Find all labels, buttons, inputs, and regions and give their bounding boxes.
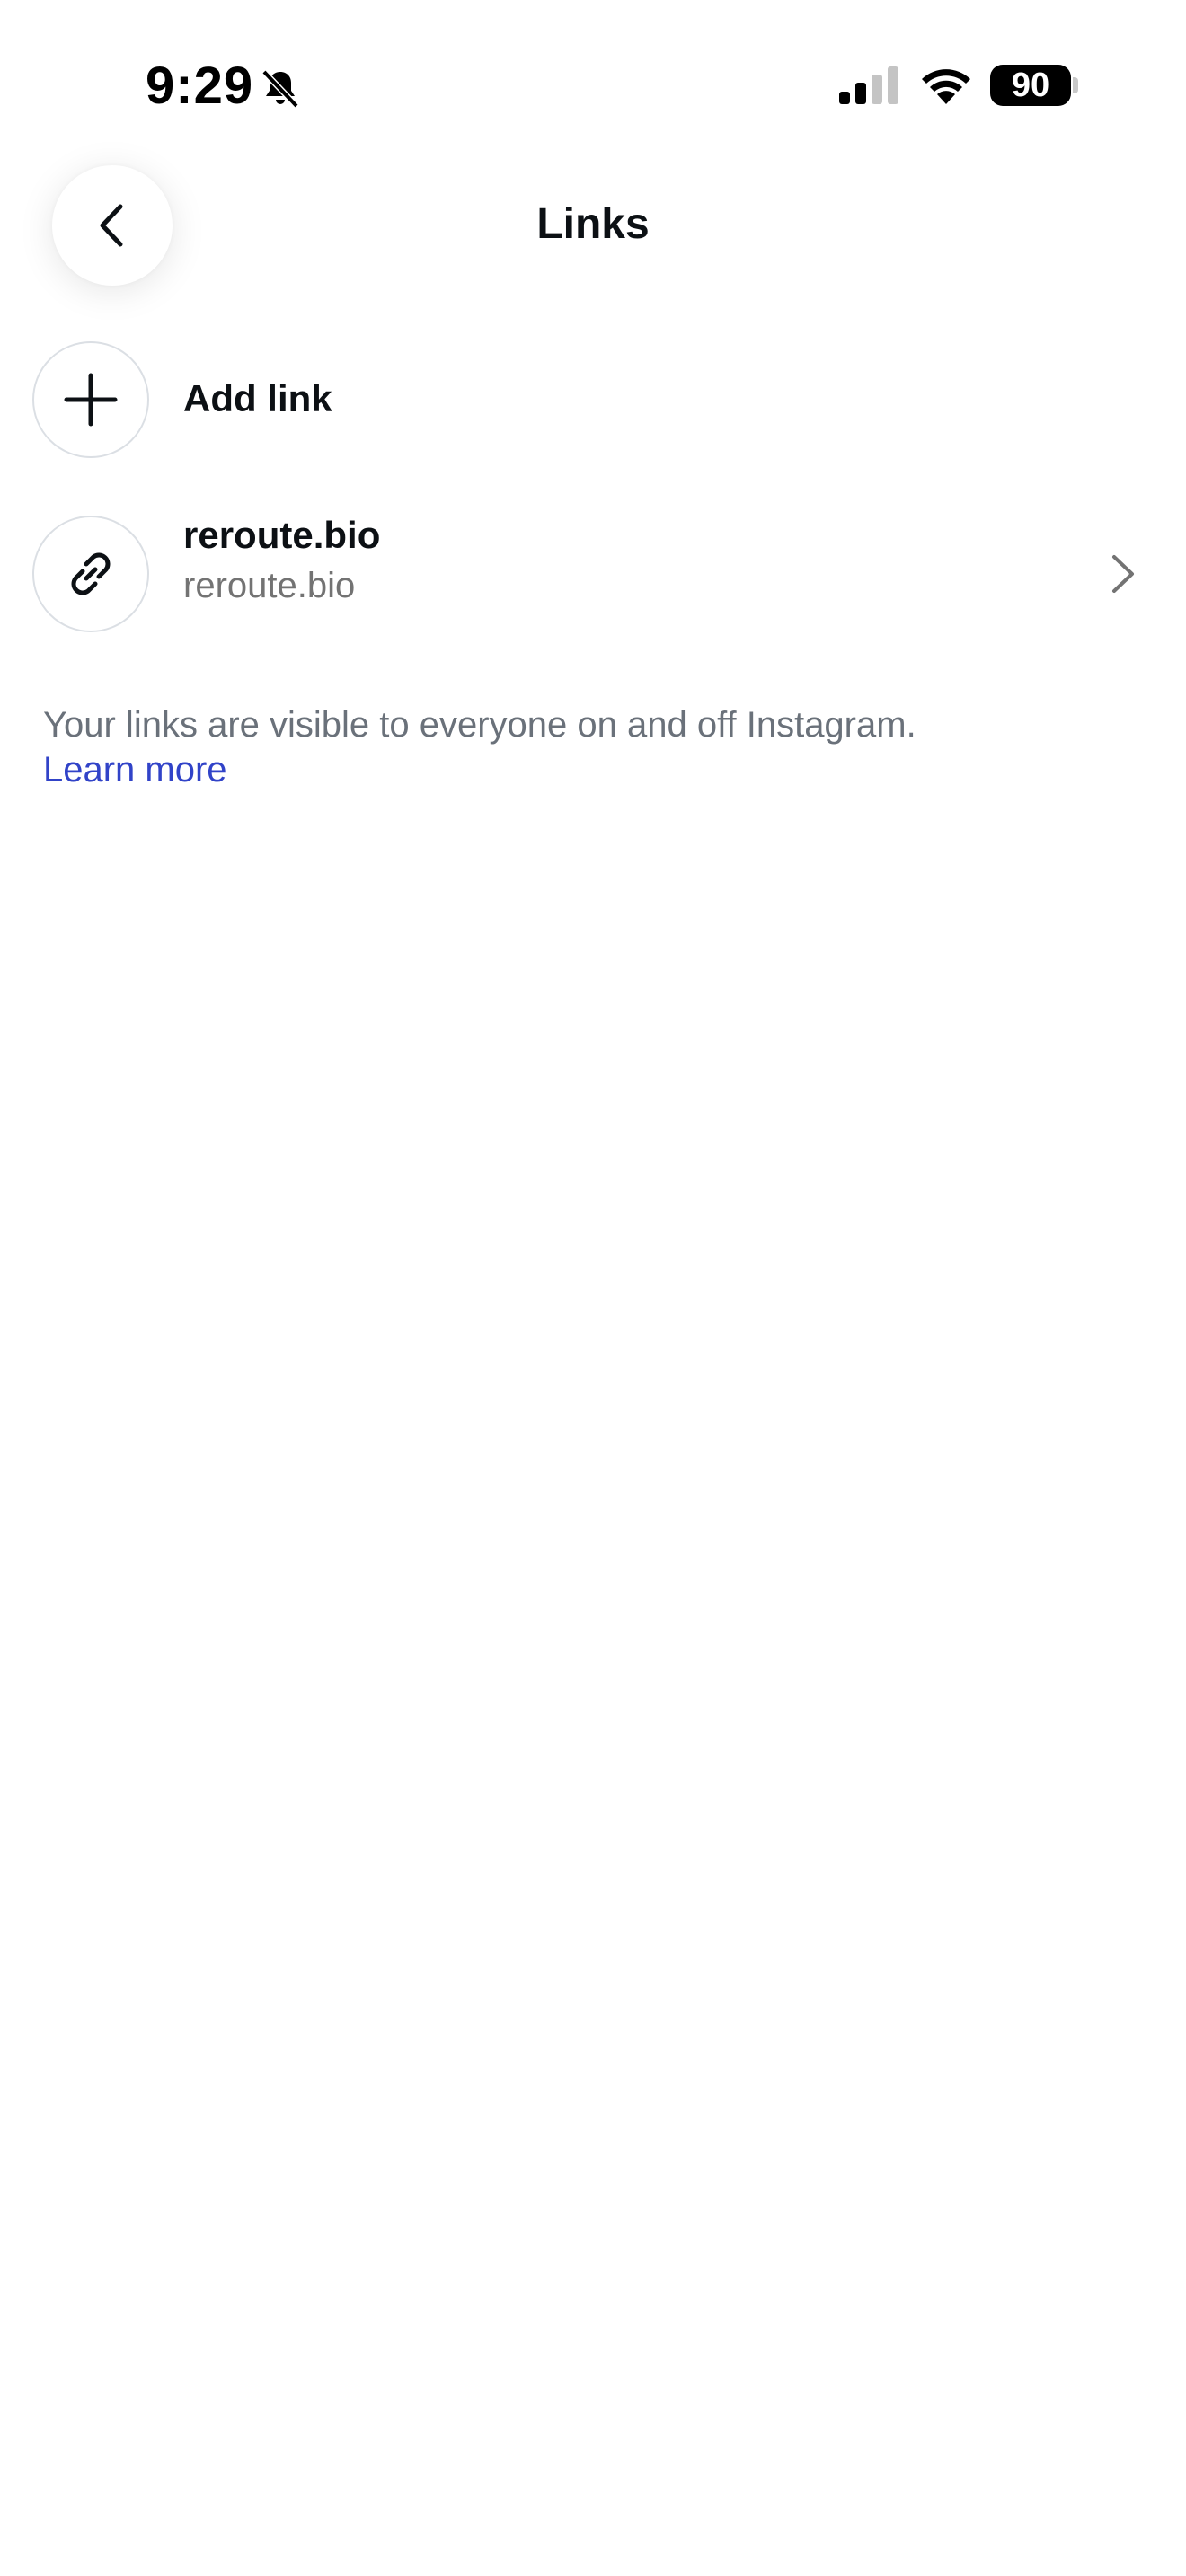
battery-nub — [1073, 77, 1078, 93]
add-link-icon-circle — [32, 341, 149, 458]
learn-more-link[interactable]: Learn more — [43, 747, 1157, 792]
plus-icon — [64, 373, 118, 427]
add-link-button[interactable]: Add link — [0, 340, 1186, 460]
add-link-label: Add link — [183, 377, 332, 419]
link-url: reroute.bio — [183, 566, 356, 605]
wifi-icon — [922, 69, 970, 104]
chevron-right-icon — [1112, 555, 1134, 593]
battery-icon: 90 — [990, 65, 1071, 106]
link-row-reroute-bio[interactable]: reroute.bio reroute.bio — [0, 514, 1186, 634]
link-icon — [71, 552, 111, 595]
bell-slash-icon — [261, 69, 299, 109]
status-time: 9:29 — [146, 57, 254, 115]
link-title: reroute.bio — [183, 514, 381, 556]
visibility-notice-text: Your links are visible to everyone on an… — [43, 705, 916, 745]
visibility-notice: Your links are visible to everyone on an… — [43, 702, 1157, 792]
page-title: Links — [536, 200, 650, 248]
cellular-signal-icon — [839, 66, 898, 104]
status-bar: 9:29 90 — [0, 0, 1186, 171]
link-icon-circle — [32, 516, 149, 632]
